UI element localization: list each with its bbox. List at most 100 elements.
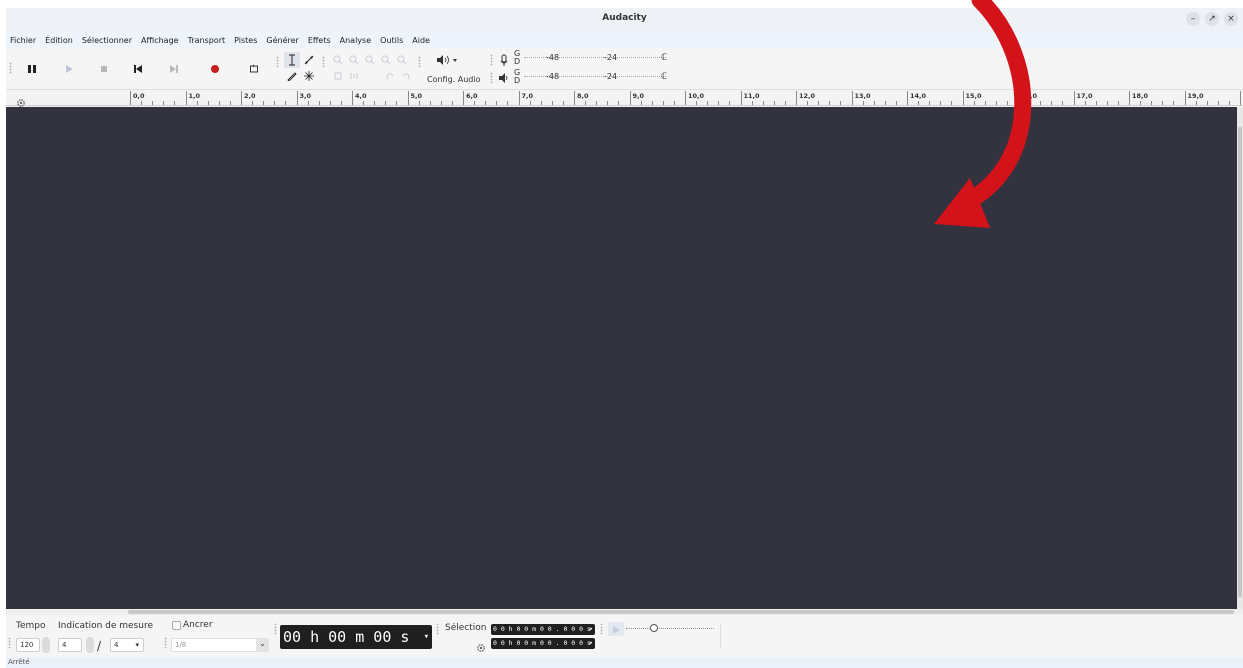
toolbar-grip[interactable] [490,72,493,84]
menu-analyse[interactable]: Analyse [340,36,372,45]
ruler-minor-tick [640,101,642,105]
menu-fichier[interactable]: Fichier [10,36,36,45]
toolbar-grip[interactable] [490,54,493,66]
ruler-minor-tick [862,101,864,105]
selection-start-value: 0 0 h 0 0 m 0 0 . 0 0 0 s [493,625,591,633]
ruler-minor-tick [696,101,698,105]
pause-button[interactable] [24,61,40,77]
toolbar-grip[interactable] [8,637,11,649]
trim-button[interactable] [330,68,346,84]
selection-settings-icon[interactable] [476,638,486,652]
ruler-minor-tick [285,101,287,105]
envelope-tool-button[interactable] [301,52,317,68]
zoom-toggle-button[interactable] [394,52,410,68]
snap-checkbox[interactable] [172,621,181,630]
fit-project-button[interactable] [378,52,394,68]
speaker-button[interactable] [498,70,510,86]
tempo-input[interactable]: 120 [16,638,40,652]
ruler-label: 5,0 [410,92,423,100]
toolbar-grip[interactable] [418,56,421,68]
chevron-down-icon: ▾ [588,639,593,647]
toolbar-grip[interactable] [274,623,277,635]
play-speed-slider[interactable] [626,628,714,629]
menu-selectionner[interactable]: Sélectionner [82,36,132,45]
minimize-button[interactable]: – [1186,12,1200,26]
snap-select[interactable]: 1/8 ⌄ [171,638,269,652]
silence-button[interactable] [346,68,362,84]
menu-edition[interactable]: Édition [45,36,73,45]
ruler-major-tick [407,91,409,105]
time-sig-lower-value: 4 [114,641,119,649]
toolbar-grip[interactable] [9,62,12,74]
track-area[interactable] [6,107,1237,609]
ruler-label: 6,0 [466,92,478,100]
play-at-speed-button[interactable] [608,622,624,636]
multi-tool-button[interactable] [301,68,317,84]
maximize-button[interactable]: ↗ [1205,12,1219,26]
menu-generer[interactable]: Générer [266,36,298,45]
microphone-button[interactable] [498,52,510,68]
record-button[interactable] [207,61,223,77]
ruler-minor-tick [673,101,675,105]
draw-tool-button[interactable] [284,68,300,84]
pause-icon [28,65,36,73]
time-display[interactable]: 00 h 00 m 00 s ▾ [280,625,432,649]
ruler-major-tick [629,91,631,105]
menu-pistes[interactable]: Pistes [234,36,257,45]
ruler-minor-tick [451,101,453,105]
selection-tool-button[interactable] [284,52,300,68]
skip-end-button[interactable] [166,61,182,77]
menu-aide[interactable]: Aide [412,36,430,45]
toolbar-grip[interactable] [164,637,167,649]
tempo-spinner[interactable] [42,637,50,653]
stop-button[interactable] [96,61,112,77]
undo-button[interactable] [382,68,398,84]
time-sig-upper-input[interactable]: 4 [58,638,82,652]
ruler-major-tick [851,91,853,105]
ruler-major-tick [130,91,131,105]
meter-play-right-label: D [514,76,521,85]
status-bar: Arrêté [6,657,1243,668]
ruler-minor-tick [884,101,886,105]
ruler-major-tick [1184,91,1186,105]
ruler-minor-tick [1151,101,1153,105]
audio-setup-label[interactable]: Config. Audio [427,75,481,84]
skip-start-button[interactable] [130,61,146,77]
toolbar-grip[interactable] [276,56,279,68]
play-button[interactable] [61,61,77,77]
horizontal-scrollbar-thumb[interactable] [128,610,1234,614]
menu-affichage[interactable]: Affichage [141,36,179,45]
audio-setup-dropdown[interactable] [432,52,462,68]
zoom-in-button[interactable] [330,52,346,68]
menu-outils[interactable]: Outils [380,36,403,45]
close-button[interactable]: × [1224,12,1238,26]
ruler-minor-tick [363,101,365,105]
toolbar-grip[interactable] [436,623,439,635]
ruler-minor-tick [662,101,664,105]
toolbar-grip[interactable] [322,56,325,68]
time-signature-label: Indication de mesure [58,621,153,631]
timeline-settings-icon[interactable] [16,93,26,107]
ruler-minor-tick [218,101,220,105]
redo-button[interactable] [398,68,414,84]
selection-end-display[interactable]: 0 0 h 0 0 m 0 0 . 0 0 0 s ▾ [491,638,595,649]
time-sig-lower-select[interactable]: 4 ▾ [110,638,144,652]
loop-button[interactable] [246,61,262,77]
time-display-value: 00 h 00 m 00 s [283,628,410,646]
fit-selection-button[interactable] [362,52,378,68]
selection-start-display[interactable]: 0 0 h 0 0 m 0 0 . 0 0 0 s ▾ [491,624,595,635]
menu-effets[interactable]: Effets [308,36,331,45]
toolbar-grip[interactable] [600,623,603,635]
vertical-scrollbar[interactable] [1237,107,1243,609]
ruler-minor-tick [507,101,509,105]
menu-transport[interactable]: Transport [188,36,226,45]
timeline-ruler[interactable]: 0,0 1,0 2,0 3,0 4,0 5,0 6,0 7,0 8,0 9,0 10,0 11,0 12… [6,90,1243,107]
play-speed-slider-thumb[interactable] [650,624,658,632]
fit-project-icon [381,55,391,65]
zoom-in-icon [333,55,343,65]
ruler-minor-tick [474,101,476,105]
time-sig-upper-spinner[interactable] [86,637,94,653]
ruler-label: 9,0 [632,92,645,100]
vertical-scrollbar-thumb[interactable] [1238,127,1242,597]
zoom-out-button[interactable] [346,52,362,68]
